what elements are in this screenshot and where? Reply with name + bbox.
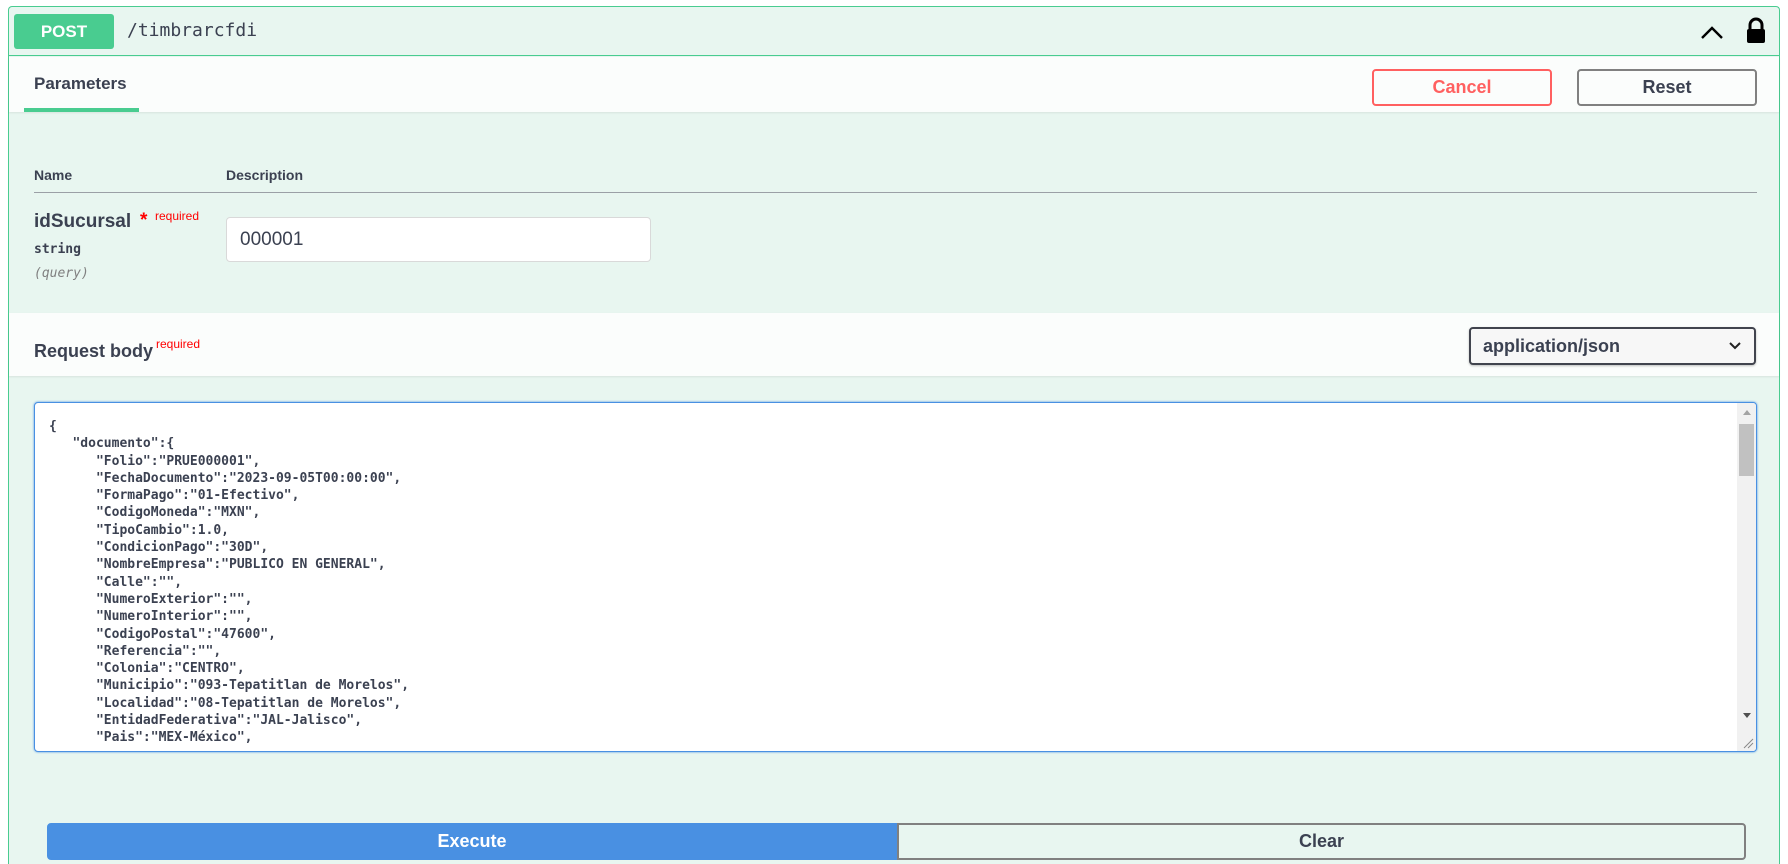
idsucursal-input[interactable] bbox=[226, 217, 651, 262]
operation-block-post-timbrarcfdi: POST /timbrarcfdi Parameters Cancel Rese… bbox=[8, 6, 1780, 864]
parameter-name: idSucursal bbox=[34, 211, 132, 232]
request-body-content: { "documento":{ "Folio":"PRUE000001", "F… bbox=[49, 419, 410, 746]
request-body-required-label: required bbox=[156, 337, 201, 351]
operation-summary[interactable]: POST /timbrarcfdi bbox=[9, 7, 1779, 56]
tab-parameters[interactable]: Parameters bbox=[24, 57, 139, 112]
request-body-header: Request body required application/json bbox=[9, 313, 1779, 376]
http-method-badge: POST bbox=[14, 14, 114, 49]
scrollbar-thumb[interactable] bbox=[1739, 424, 1754, 476]
endpoint-path: /timbrarcfdi bbox=[127, 20, 258, 41]
table-divider bbox=[34, 192, 1757, 193]
content-type-select[interactable]: application/json bbox=[1469, 327, 1756, 365]
required-star: * bbox=[140, 210, 148, 231]
scroll-down-arrow-icon[interactable] bbox=[1743, 713, 1751, 718]
tab-active-indicator bbox=[24, 108, 139, 112]
chevron-up-icon[interactable] bbox=[1699, 21, 1725, 43]
content-type-value: application/json bbox=[1483, 336, 1621, 356]
tab-parameters-label: Parameters bbox=[34, 74, 127, 93]
chevron-down-icon bbox=[1729, 342, 1741, 350]
cancel-button[interactable]: Cancel bbox=[1372, 69, 1552, 106]
parameters-section-header: Parameters Cancel Reset bbox=[9, 57, 1779, 112]
column-header-description: Description bbox=[226, 167, 304, 183]
lock-icon[interactable] bbox=[1745, 17, 1767, 45]
editor-scrollbar[interactable] bbox=[1737, 403, 1756, 751]
request-body-title: Request body bbox=[34, 341, 154, 361]
reset-button[interactable]: Reset bbox=[1577, 69, 1757, 106]
parameter-location: (query) bbox=[34, 266, 89, 281]
column-header-name: Name bbox=[34, 167, 73, 183]
required-label: required bbox=[155, 209, 200, 223]
parameter-type: string bbox=[34, 242, 81, 257]
execute-button[interactable]: Execute bbox=[47, 823, 897, 860]
clear-button[interactable]: Clear bbox=[897, 823, 1746, 860]
scroll-up-arrow-icon[interactable] bbox=[1743, 410, 1751, 415]
resize-grip-icon[interactable] bbox=[1742, 737, 1754, 749]
request-body-editor[interactable]: { "documento":{ "Folio":"PRUE000001", "F… bbox=[34, 402, 1757, 752]
